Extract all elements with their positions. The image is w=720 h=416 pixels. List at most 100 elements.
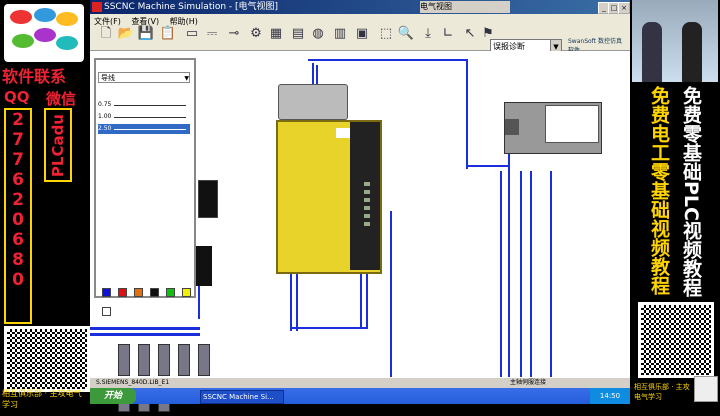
indicator-led [364,214,370,218]
left-promo-panel: 软件联系 QQ 微信 2 7 7 6 2 0 6 8 0 PLCadu 相互俱乐… [0,0,90,409]
qr-code-right [638,302,714,378]
color-swatch[interactable] [182,288,192,297]
promo-text-plc: 免费零基础PLC视频教程 [680,86,702,297]
instructor-photo [632,0,718,82]
color-swatch[interactable] [166,288,176,297]
wire-gauge-option-selected[interactable]: 2.50 [98,124,190,134]
qq-digit: 6 [12,170,24,190]
circuit-breaker[interactable] [118,344,130,376]
circuit-breaker[interactable] [198,344,211,376]
wire [90,327,200,330]
wire [296,271,298,331]
wire-gauge-option[interactable]: 0.75 [98,100,190,110]
wire-gauge-option[interactable]: 1.00 [98,112,190,122]
qq-digit: 0 [12,270,24,290]
wechat-id-box: PLCadu [44,108,72,182]
download-icon[interactable]: ⤓ [418,24,438,44]
circuit-breaker-row [118,344,230,412]
wire-type-select[interactable]: 导线 ▼ [98,72,190,83]
indicator-led [364,222,370,226]
open-folder-icon[interactable]: 📂 [116,24,136,44]
wire-gauge-label: 1.00 [98,113,112,120]
person [682,22,702,82]
contact-title: 软件联系 [2,67,67,86]
wire [530,171,532,377]
circuit-breaker[interactable] [158,344,171,376]
zoom-icon[interactable]: 🔍 [396,24,416,44]
new-file-icon[interactable]: 🗋 [96,24,116,44]
wire-gauge-label: 0.75 [98,101,112,108]
start-button[interactable]: 开始 [90,388,136,404]
close-button[interactable]: × [618,2,630,14]
wire [290,327,368,329]
qq-digit: 2 [12,190,24,210]
brand-logo [4,4,84,62]
relay-module[interactable] [198,180,218,218]
taskbar-app-button[interactable]: SSCNC Machine Si... [200,390,284,404]
right-bottom-tag: 相互俱乐部 · 主攻电气学习 [634,383,690,401]
wire-gauge-label: 2.50 [98,125,112,132]
wire [520,171,522,377]
contactor-module[interactable] [196,246,212,286]
wire [90,333,200,336]
qq-digit: 2 [12,110,24,130]
color-swatch[interactable] [102,288,111,297]
toolbar: 文件(F) 查看(V) 帮助(H) 🗋 📂 💾 📋 ▭ ⎓ ⊸ ⚙ ▦ ▤ ◍ … [90,14,630,54]
wire [290,271,292,331]
wire-icon[interactable]: ⎓ [202,24,222,44]
taskbar-clock: 14:50 [590,388,630,404]
wechat-label: 微信 [46,90,77,108]
pointer-icon[interactable]: ↖ [460,24,480,44]
component-icon[interactable]: ▭ [182,24,202,44]
seal-stamp [694,376,718,402]
person [642,22,662,82]
wire [390,211,392,377]
chevron-down-icon: ▼ [184,75,189,82]
circuit-breaker[interactable] [178,344,191,376]
left-bottom-tag: 相互俱乐部 · 主攻电气学习 [2,389,82,409]
wire [508,151,510,377]
right-promo-panel: 免费电工零基础视频教程 免费零基础PLC视频教程 相互俱乐部 · 主攻电气学习 [630,0,720,404]
wire [360,271,362,327]
wire [466,59,468,169]
qq-digit: 0 [12,210,24,230]
color-swatch[interactable] [118,288,128,297]
indicator-led [364,182,370,186]
inner-window-title: 电气视图 [420,1,510,13]
servo-motor[interactable] [504,102,602,154]
motor-shaft [505,119,519,135]
drive-front-panel [350,122,380,270]
taskbar: 开始 SSCNC Machine Si... 14:50 [90,388,630,404]
status-library: S.SIEMENS_840D.LIB_E1 [96,379,170,386]
qq-digit: 6 [12,230,24,250]
grid-icon[interactable]: ▤ [288,24,308,44]
qq-label: QQ [4,88,30,106]
save-icon[interactable]: 💾 [136,24,156,44]
color-swatch[interactable] [102,307,111,316]
qq-digit: 7 [12,130,24,150]
motor-icon[interactable]: ◍ [308,24,328,44]
wire-type-value: 导线 [101,74,115,82]
gear-icon[interactable]: ⚙ [246,24,266,44]
diagnosis-select-value: 误报诊断 [493,42,525,51]
corner-icon[interactable]: ∟ [438,24,458,44]
app-icon [92,2,102,12]
wire [366,271,368,327]
wire [308,59,468,61]
transformer-module[interactable] [278,84,348,120]
module-icon[interactable]: ▦ [266,24,286,44]
indicator-led [364,190,370,194]
color-swatch[interactable] [134,288,144,297]
qq-number: 2 7 7 6 2 0 6 8 0 [4,108,32,324]
clipboard-icon[interactable]: 📋 [158,24,178,44]
chip-icon[interactable]: ▣ [352,24,372,44]
wire [468,165,508,167]
select-rect-icon[interactable]: ⬚ [376,24,396,44]
wechat-id: PLCadu [49,114,67,178]
plug-icon[interactable]: ⊸ [224,24,244,44]
panel-icon[interactable]: ▥ [330,24,350,44]
circuit-breaker[interactable] [138,344,151,376]
servo-drive-module[interactable] [276,120,382,274]
window-title: SSCNC Machine Simulation - [电气视图] [104,2,279,12]
color-swatch[interactable] [150,288,160,297]
